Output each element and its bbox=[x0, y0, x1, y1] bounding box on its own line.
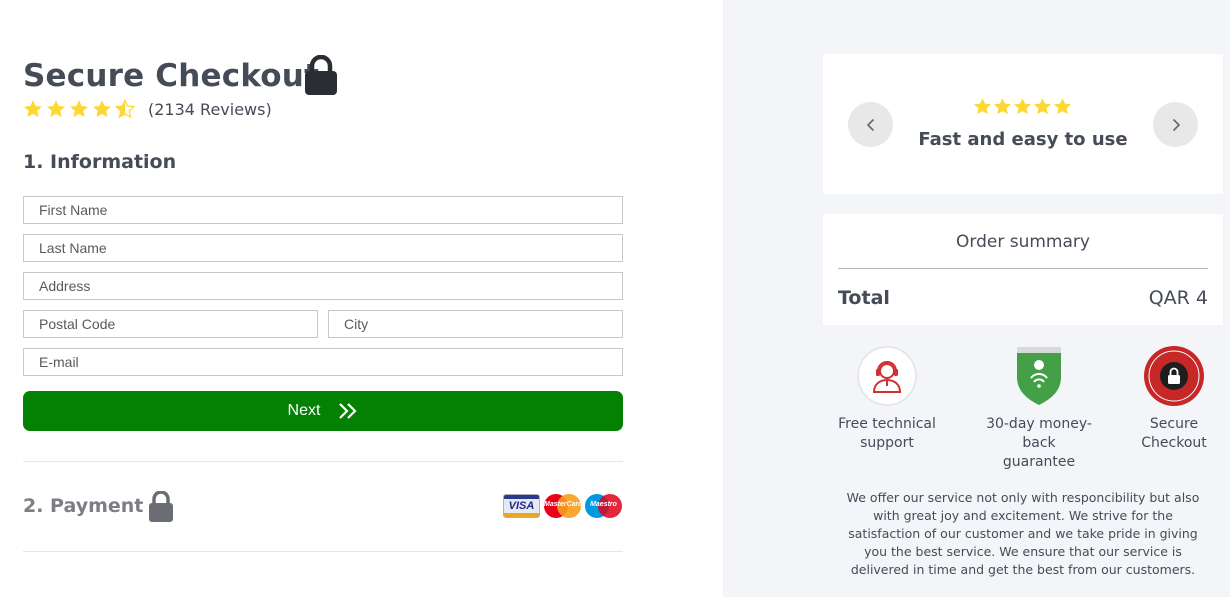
maestro-card-icon: Maestro bbox=[585, 494, 622, 518]
star-icon bbox=[974, 98, 991, 115]
badge-label-line2: guarantee bbox=[1002, 454, 1076, 470]
total-label: Total bbox=[838, 287, 890, 309]
badge-label-line2: support bbox=[860, 435, 914, 451]
star-icon bbox=[70, 100, 88, 118]
star-icon bbox=[1014, 98, 1031, 115]
chevron-right-icon bbox=[1172, 118, 1180, 131]
section-divider bbox=[23, 551, 623, 552]
email-field[interactable] bbox=[23, 348, 623, 376]
first-name-field[interactable] bbox=[23, 196, 623, 224]
star-icon bbox=[47, 100, 65, 118]
visa-card-label: VISA bbox=[508, 500, 535, 512]
star-icon bbox=[1054, 98, 1071, 115]
badge-technical-support: Free technical support bbox=[822, 345, 952, 453]
star-icon bbox=[994, 98, 1011, 115]
badge-label-line1: Free technical bbox=[838, 416, 936, 432]
accepted-cards: VISA MasterCard Maestro bbox=[503, 494, 622, 518]
mastercard-icon: MasterCard bbox=[544, 494, 583, 518]
summary-divider bbox=[838, 268, 1208, 269]
double-chevron-right-icon bbox=[339, 403, 358, 419]
visa-card-icon: VISA bbox=[503, 494, 540, 518]
payment-section-title[interactable]: 2. Payment bbox=[23, 495, 143, 517]
lock-icon bbox=[149, 491, 173, 522]
carousel-next-button[interactable] bbox=[1153, 102, 1198, 147]
service-description: We offer our service not only with respo… bbox=[846, 490, 1200, 577]
badge-label-line2: Checkout bbox=[1141, 435, 1207, 451]
star-icon bbox=[24, 100, 42, 118]
checkout-form-panel: Secure Checkout (2134 Reviews) 1. Inform… bbox=[0, 0, 723, 597]
last-name-field[interactable] bbox=[23, 234, 623, 262]
badge-money-back: 30-day money-back guarantee bbox=[974, 345, 1104, 472]
support-agent-icon bbox=[857, 346, 917, 406]
information-section-title: 1. Information bbox=[23, 151, 177, 173]
city-field[interactable] bbox=[328, 310, 623, 338]
half-star-icon bbox=[115, 99, 135, 119]
maestro-label: Maestro bbox=[590, 501, 617, 508]
page-title: Secure Checkout bbox=[23, 58, 320, 94]
rating-stars bbox=[23, 99, 135, 119]
total-value: QAR 4 bbox=[1148, 287, 1208, 309]
address-field[interactable] bbox=[23, 272, 623, 300]
next-button-label: Next bbox=[287, 402, 321, 419]
secure-checkout-seal-icon bbox=[1144, 346, 1204, 406]
section-divider bbox=[23, 461, 623, 462]
badge-label-line1: 30-day money-back bbox=[986, 416, 1092, 451]
testimonial-stars bbox=[973, 97, 1072, 116]
rating: (2134 Reviews) bbox=[23, 97, 272, 121]
star-icon bbox=[93, 100, 111, 118]
money-back-shield-icon bbox=[1017, 347, 1061, 405]
order-summary: Order summary Total QAR 4 bbox=[823, 214, 1223, 325]
badge-label-line1: Secure bbox=[1149, 416, 1199, 432]
lock-icon bbox=[305, 55, 337, 95]
testimonial-carousel: Fast and easy to use bbox=[823, 54, 1223, 194]
postal-code-field[interactable] bbox=[23, 310, 318, 338]
order-sidebar: Fast and easy to use Order summary Total… bbox=[723, 0, 1230, 597]
star-icon bbox=[1034, 98, 1051, 115]
mastercard-label: MasterCard bbox=[544, 501, 583, 508]
badge-secure-checkout: Secure Checkout bbox=[1109, 345, 1230, 453]
reviews-count: (2134 Reviews) bbox=[148, 99, 272, 119]
next-button[interactable]: Next bbox=[23, 391, 623, 431]
order-summary-title: Order summary bbox=[956, 232, 1090, 252]
